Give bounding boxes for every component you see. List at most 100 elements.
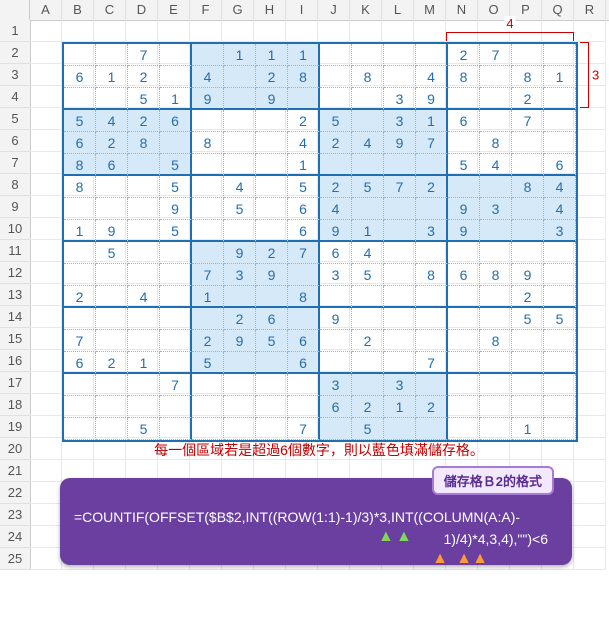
sudoku-cell[interactable]: 6 [288,220,320,242]
sudoku-cell[interactable] [320,88,352,110]
sudoku-cell[interactable] [320,418,352,440]
col-header-M[interactable]: M [414,0,446,20]
sudoku-cell[interactable] [224,154,256,176]
sudoku-cell[interactable] [96,286,128,308]
sudoku-cell[interactable]: 5 [128,88,160,110]
sudoku-cell[interactable] [480,66,512,88]
row-header-18[interactable]: 18 [0,394,30,416]
sudoku-cell[interactable] [384,44,416,66]
sudoku-cell[interactable] [192,396,224,418]
sudoku-cell[interactable]: 6 [96,154,128,176]
select-all-corner[interactable] [0,0,30,20]
sudoku-cell[interactable] [480,286,512,308]
sudoku-cell[interactable] [512,352,544,374]
sudoku-cell[interactable] [480,374,512,396]
sudoku-cell[interactable]: 4 [224,176,256,198]
sudoku-cell[interactable]: 1 [64,220,96,242]
row-header-5[interactable]: 5 [0,108,30,130]
sudoku-cell[interactable]: 8 [512,66,544,88]
sudoku-cell[interactable] [192,198,224,220]
sudoku-cell[interactable]: 8 [448,66,480,88]
sudoku-cell[interactable]: 2 [96,132,128,154]
sudoku-cell[interactable] [96,396,128,418]
sudoku-cell[interactable]: 3 [320,264,352,286]
sudoku-cell[interactable]: 1 [96,66,128,88]
sudoku-cell[interactable]: 5 [224,198,256,220]
sudoku-cell[interactable]: 6 [160,110,192,132]
sudoku-cell[interactable] [224,418,256,440]
col-header-L[interactable]: L [382,0,414,20]
sudoku-cell[interactable]: 7 [192,264,224,286]
row-header-16[interactable]: 16 [0,350,30,372]
sudoku-cell[interactable] [160,308,192,330]
sudoku-cell[interactable] [544,352,576,374]
sudoku-cell[interactable]: 5 [160,176,192,198]
sudoku-cell[interactable] [352,88,384,110]
row-header-10[interactable]: 10 [0,218,30,240]
sudoku-cell[interactable] [288,396,320,418]
sudoku-cell[interactable] [64,44,96,66]
sudoku-cell[interactable] [160,330,192,352]
sudoku-cell[interactable] [64,198,96,220]
sudoku-cell[interactable]: 1 [384,396,416,418]
sudoku-cell[interactable] [544,132,576,154]
sudoku-cell[interactable]: 5 [512,308,544,330]
sudoku-cell[interactable] [64,308,96,330]
sudoku-cell[interactable] [480,418,512,440]
sudoku-cell[interactable] [192,242,224,264]
sudoku-cell[interactable] [160,66,192,88]
sudoku-cell[interactable] [96,308,128,330]
sudoku-cell[interactable] [64,264,96,286]
sudoku-cell[interactable] [448,286,480,308]
sudoku-cell[interactable]: 9 [96,220,128,242]
sudoku-cell[interactable] [320,154,352,176]
row-header-8[interactable]: 8 [0,174,30,196]
sudoku-cell[interactable] [352,308,384,330]
sudoku-cell[interactable]: 9 [160,198,192,220]
sudoku-cell[interactable] [352,154,384,176]
sudoku-cell[interactable]: 4 [416,66,448,88]
sudoku-cell[interactable]: 5 [160,154,192,176]
sudoku-cell[interactable] [480,176,512,198]
sudoku-cell[interactable] [128,374,160,396]
sudoku-cell[interactable]: 7 [64,330,96,352]
sudoku-cell[interactable]: 2 [128,66,160,88]
sudoku-cell[interactable] [480,308,512,330]
row-header-17[interactable]: 17 [0,372,30,394]
sudoku-cell[interactable] [352,374,384,396]
sudoku-cell[interactable] [416,286,448,308]
sudoku-cell[interactable]: 2 [352,330,384,352]
sudoku-cell[interactable] [160,242,192,264]
sudoku-cell[interactable]: 5 [448,154,480,176]
row-header-11[interactable]: 11 [0,240,30,262]
sudoku-cell[interactable]: 8 [480,330,512,352]
sudoku-cell[interactable] [96,330,128,352]
row-header-6[interactable]: 6 [0,130,30,152]
sudoku-cell[interactable]: 6 [288,330,320,352]
sudoku-cell[interactable]: 7 [384,176,416,198]
row-header-7[interactable]: 7 [0,152,30,174]
sudoku-cell[interactable]: 4 [96,110,128,132]
sudoku-cell[interactable]: 8 [512,176,544,198]
sudoku-cell[interactable] [160,418,192,440]
sudoku-cell[interactable]: 9 [384,132,416,154]
sudoku-cell[interactable] [160,396,192,418]
sudoku-cell[interactable] [320,44,352,66]
sudoku-cell[interactable] [288,374,320,396]
sudoku-cell[interactable] [224,132,256,154]
sudoku-cell[interactable] [64,396,96,418]
sudoku-cell[interactable] [544,396,576,418]
sudoku-cell[interactable]: 1 [416,110,448,132]
sudoku-cell[interactable] [384,286,416,308]
sudoku-cell[interactable] [512,220,544,242]
sudoku-cell[interactable]: 2 [192,330,224,352]
sudoku-cell[interactable] [416,44,448,66]
sudoku-cell[interactable] [128,330,160,352]
sudoku-cell[interactable] [480,88,512,110]
sudoku-cell[interactable] [384,330,416,352]
sudoku-cell[interactable] [352,352,384,374]
sudoku-cell[interactable]: 8 [480,264,512,286]
sudoku-cell[interactable] [320,352,352,374]
sudoku-cell[interactable] [224,352,256,374]
sudoku-cell[interactable]: 8 [288,286,320,308]
